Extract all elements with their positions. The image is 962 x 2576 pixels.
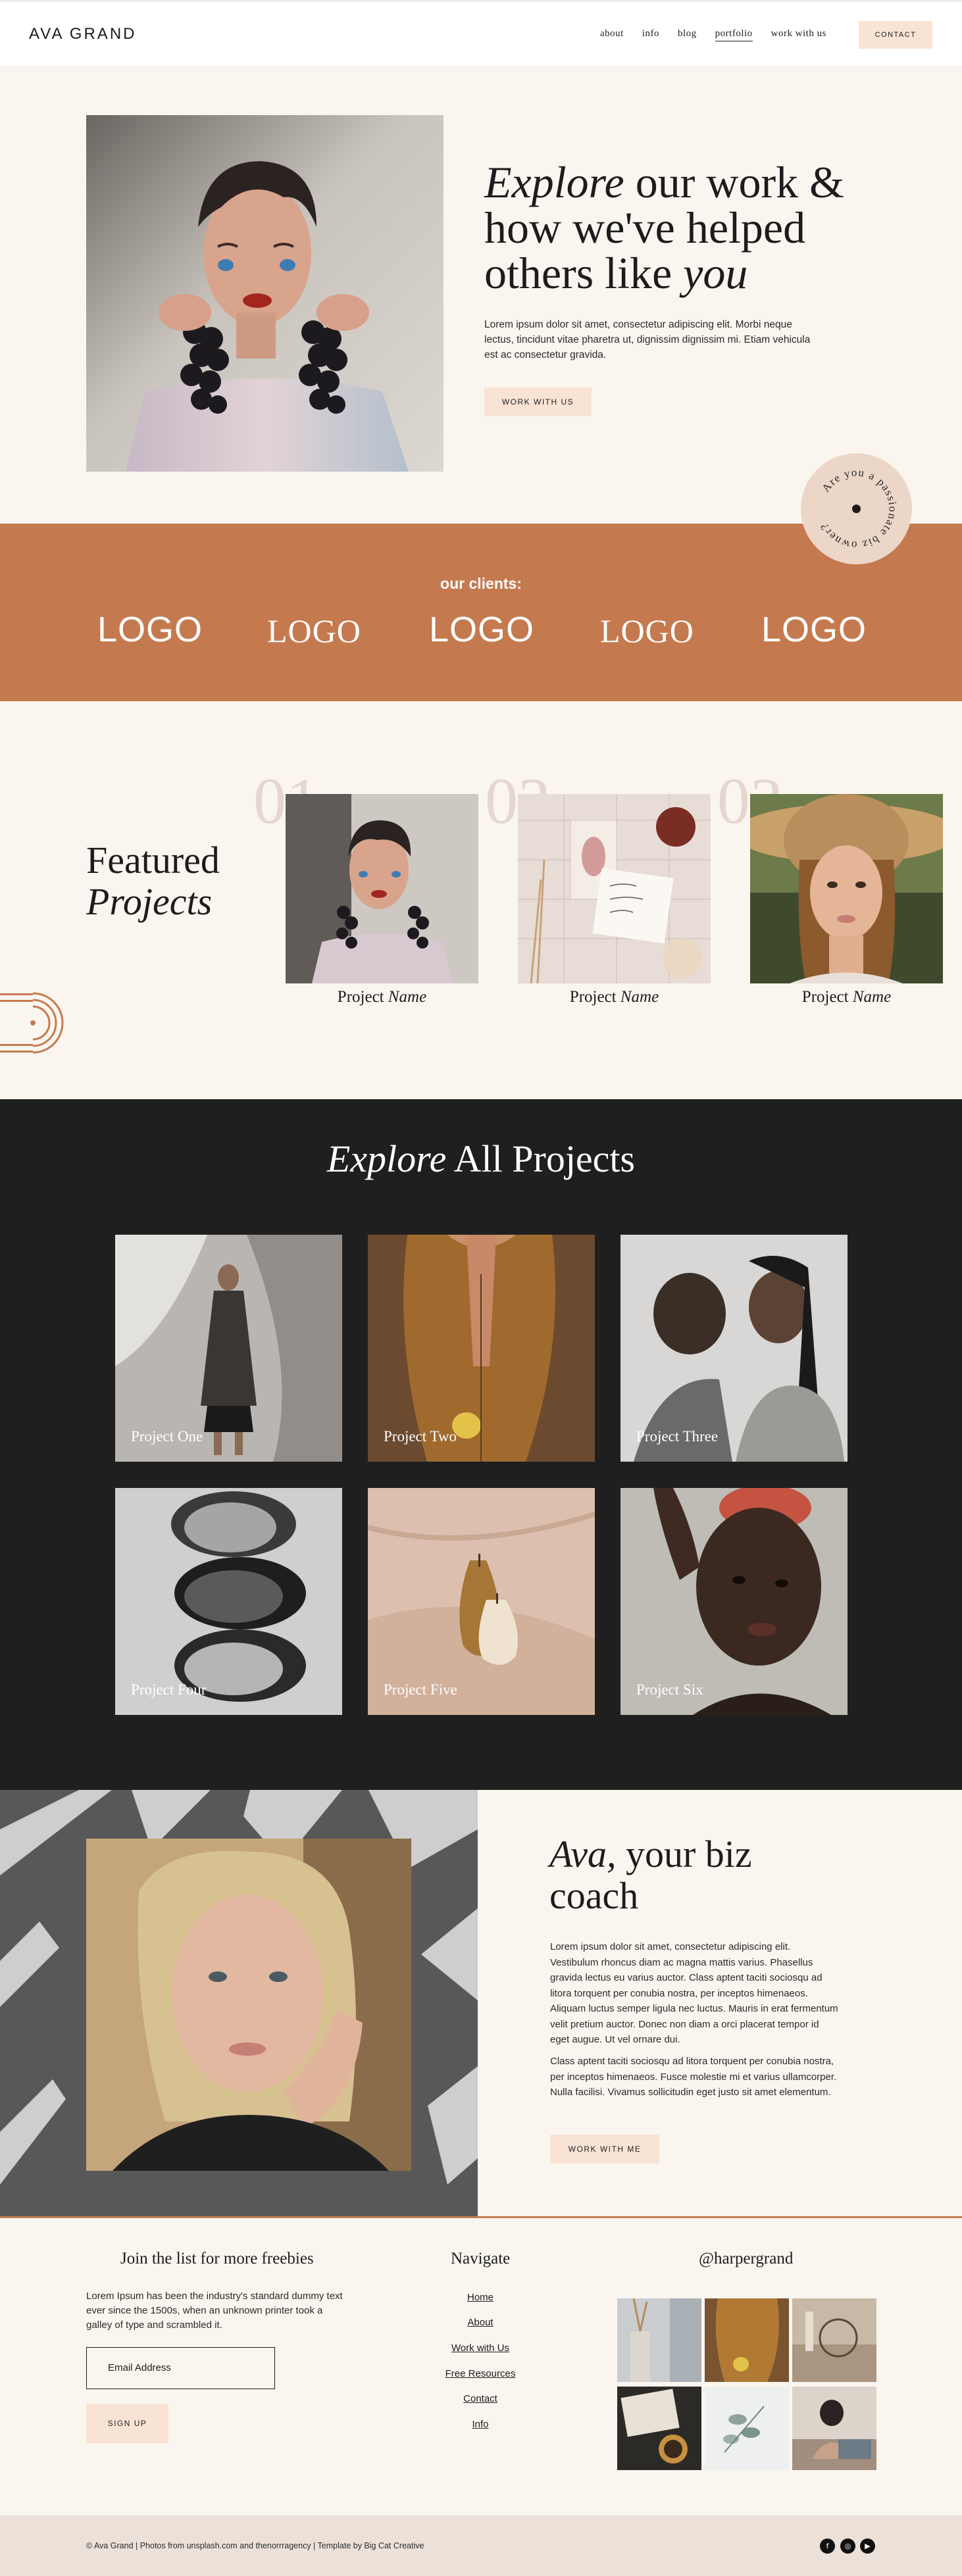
footer-nav-contact[interactable]: Contact — [382, 2393, 579, 2404]
project-card-2-label: Project Two — [384, 1428, 457, 1445]
contact-button[interactable]: CONTACT — [859, 21, 932, 49]
project-card-5[interactable]: Project Five — [368, 1488, 595, 1715]
hero-title-italic: Explore — [484, 157, 624, 207]
footer-nav-free-resources[interactable]: Free Resources — [382, 2368, 579, 2379]
featured-project-2-caption[interactable]: Project Name — [518, 988, 711, 1006]
coach-paragraph-2: Class aptent taciti sociosqu ad litora t… — [550, 2056, 837, 2098]
featured-project-3-caption[interactable]: Project Name — [750, 988, 943, 1006]
youtube-icon[interactable]: ▶ — [860, 2539, 875, 2554]
decorative-arc — [0, 992, 64, 1054]
hero-paragraph: Lorem ipsum dolor sit amet, consectetur … — [484, 319, 811, 360]
project-card-3-label: Project Three — [636, 1428, 719, 1445]
featured-caption-2-italic: Name — [620, 988, 659, 1006]
client-logo-4: LOGO — [600, 612, 694, 649]
navigate-title: Navigate — [451, 2250, 511, 2267]
nav-work-with-us[interactable]: work with us — [771, 28, 826, 41]
featured-project-3-image[interactable] — [750, 794, 943, 983]
hero-title-italic-2: you — [683, 248, 748, 298]
nav-portfolio[interactable]: portfolio — [715, 28, 753, 41]
instagram-icon[interactable]: ◎ — [840, 2539, 855, 2554]
work-with-me-button[interactable]: WORK WITH ME — [550, 2135, 659, 2164]
client-logo-5: LOGO — [761, 610, 867, 649]
sign-up-button[interactable]: SIGN UP — [86, 2404, 168, 2443]
coach-title-rest: your biz — [616, 1833, 752, 1875]
footer-nav-about[interactable]: About — [382, 2317, 579, 2328]
coach-title-line-2: coach — [549, 1874, 639, 1917]
explore-title-rest: All Projects — [446, 1137, 636, 1180]
project-card-2[interactable]: Project Two — [368, 1235, 595, 1462]
hero-title-line-2: how we've helped — [484, 203, 806, 253]
featured-project-2-image[interactable] — [518, 794, 711, 983]
instagram-post-1[interactable] — [617, 2298, 701, 2382]
project-card-1-label: Project One — [131, 1428, 203, 1445]
newsletter-title: Join the list for more freebies — [120, 2250, 314, 2267]
featured-title-line-1: Featured — [86, 839, 220, 881]
bottom-bar: © Ava Grand | Photos from unsplash.com a… — [0, 2515, 962, 2576]
footer-nav-info[interactable]: Info — [382, 2419, 579, 2430]
featured-caption-2: Project — [569, 988, 620, 1006]
nav-info[interactable]: info — [642, 28, 659, 41]
client-logo-2: LOGO — [267, 612, 361, 649]
project-card-5-label: Project Five — [384, 1681, 457, 1698]
footer-nav-home[interactable]: Home — [382, 2292, 579, 2303]
featured-caption-1-italic: Name — [388, 988, 427, 1006]
project-card-6-label: Project Six — [636, 1681, 703, 1698]
client-logo-1: LOGO — [97, 610, 203, 649]
hero-image — [86, 115, 443, 472]
site-header: AVA GRAND about info blog portfolio work… — [0, 0, 962, 66]
work-with-us-button[interactable]: WORK WITH US — [484, 387, 592, 416]
passionate-badge[interactable]: Are you a passionate biz owner? — [801, 453, 912, 564]
instagram-post-4[interactable] — [617, 2387, 701, 2470]
nav-blog[interactable]: blog — [678, 28, 697, 41]
project-card-6[interactable]: Project Six — [620, 1488, 848, 1715]
instagram-post-3[interactable] — [792, 2298, 876, 2382]
facebook-icon[interactable]: f — [820, 2539, 835, 2554]
project-card-1[interactable]: Project One — [115, 1235, 342, 1462]
project-card-3[interactable]: Project Three — [620, 1235, 848, 1462]
footer-nav-work-with-us[interactable]: Work with Us — [382, 2342, 579, 2354]
project-card-4[interactable]: Project Four — [115, 1488, 342, 1715]
featured-caption-3-italic: Name — [852, 988, 892, 1006]
featured-caption-1: Project — [337, 988, 388, 1006]
coach-title: Ava, your biz coach — [549, 1833, 752, 1916]
client-logo-3: LOGO — [429, 610, 535, 649]
copyright-text: © Ava Grand | Photos from unsplash.com a… — [86, 2541, 424, 2550]
instagram-post-5[interactable] — [705, 2387, 789, 2470]
coach-title-italic: Ava, — [549, 1833, 617, 1875]
hero-title-line-3: others like — [484, 248, 684, 298]
nav-about[interactable]: about — [600, 28, 624, 41]
project-card-4-label: Project Four — [131, 1681, 207, 1698]
explore-title-italic: Explore — [326, 1137, 447, 1180]
instagram-post-6[interactable] — [792, 2387, 876, 2470]
featured-caption-3: Project — [801, 988, 853, 1006]
featured-title: Featured Projects — [86, 839, 220, 922]
instagram-handle[interactable]: @harpergrand — [699, 2250, 793, 2268]
brand-logo[interactable]: AVA GRAND — [29, 25, 136, 43]
email-field[interactable]: Email Address — [86, 2347, 275, 2389]
featured-title-line-2: Projects — [86, 880, 213, 923]
instagram-post-2[interactable] — [705, 2298, 789, 2382]
badge-dot — [852, 505, 861, 513]
main-nav: about info blog portfolio work with us — [600, 28, 845, 41]
hero-title-line-1: our work & — [624, 157, 845, 207]
section-divider — [0, 2216, 962, 2218]
featured-project-1-image[interactable] — [286, 794, 478, 983]
explore-title: Explore All Projects — [0, 1137, 962, 1181]
featured-project-1-caption[interactable]: Project Name — [286, 988, 478, 1006]
newsletter-text: Lorem Ipsum has been the industry's stan… — [86, 2291, 343, 2331]
hero-title: Explore our work & how we've helped othe… — [484, 160, 853, 296]
clients-title: our clients: — [440, 575, 522, 592]
coach-portrait — [86, 1839, 411, 2171]
coach-paragraph-1: Lorem ipsum dolor sit amet, consectetur … — [550, 1941, 838, 2045]
